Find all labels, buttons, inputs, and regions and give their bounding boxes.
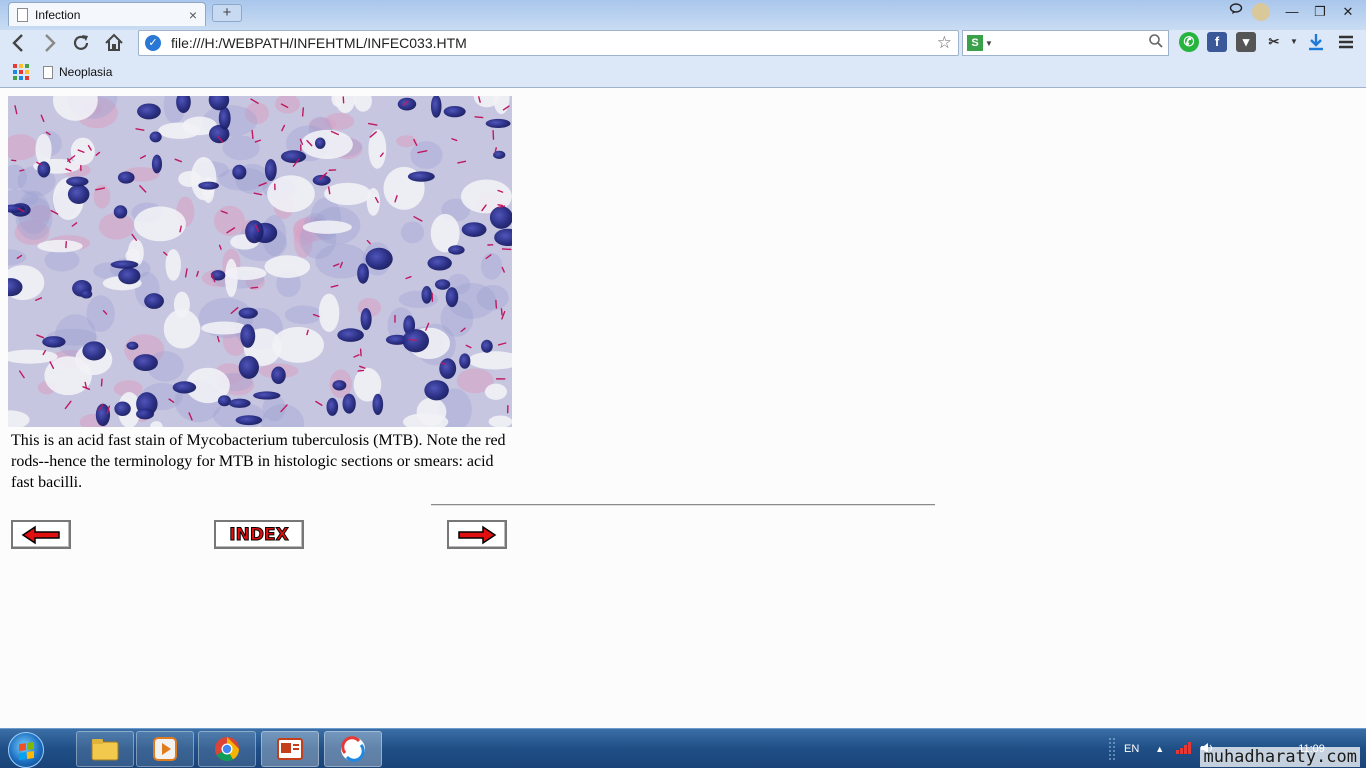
facebook-icon[interactable]: f: [1207, 32, 1227, 52]
search-box[interactable]: S ▼: [962, 30, 1169, 56]
start-button[interactable]: [8, 732, 44, 768]
address-bar[interactable]: ✓ file:///H:/WEBPATH/INFEHTML/INFEC033.H…: [138, 30, 959, 56]
windows-logo-icon: [19, 742, 35, 760]
home-icon[interactable]: [101, 30, 127, 56]
taskbar-app[interactable]: [324, 731, 382, 767]
forward-icon[interactable]: [36, 30, 62, 56]
whatsapp-icon[interactable]: ✆: [1179, 32, 1199, 52]
taskbar-powerpoint[interactable]: [261, 731, 319, 767]
index-label: INDEX: [229, 524, 289, 545]
left-arrow-icon: [21, 525, 60, 544]
next-page-button[interactable]: [447, 520, 507, 549]
tab-strip: Infection × + — ❐ ✕: [0, 0, 1366, 26]
media-player-icon: [153, 737, 177, 761]
network-icon[interactable]: [1176, 741, 1192, 757]
profile-icon[interactable]: [1252, 2, 1276, 22]
menu-icon[interactable]: [1336, 32, 1356, 52]
close-window-button[interactable]: ✕: [1336, 2, 1360, 22]
chevron-down-icon[interactable]: ▼: [985, 39, 1148, 48]
browser-chrome: Infection × + — ❐ ✕ ✓ file:///H:/WEBPATH…: [0, 0, 1366, 88]
tray-grip-icon: [1109, 738, 1115, 760]
search-icon[interactable]: [1148, 33, 1164, 53]
reload-icon[interactable]: [68, 30, 94, 56]
index-button[interactable]: INDEX: [214, 520, 304, 549]
page-icon: [17, 7, 28, 22]
language-indicator[interactable]: EN: [1124, 743, 1139, 755]
taskbar: EN ▲ 11:09: [0, 728, 1366, 768]
bookmark-page-icon: [43, 65, 53, 79]
scissors-icon[interactable]: ✂: [1264, 32, 1284, 52]
show-hidden-icons-icon[interactable]: ▲: [1155, 744, 1164, 754]
toolbar: ✓ file:///H:/WEBPATH/INFEHTML/INFEC033.H…: [0, 28, 1366, 58]
bookmark-neoplasia[interactable]: Neoplasia: [59, 65, 112, 79]
download-icon[interactable]: [1306, 32, 1326, 52]
right-arrow-icon: [458, 525, 497, 544]
search-engine-icon[interactable]: S: [967, 35, 983, 51]
watermark: muhadharaty.com: [1200, 747, 1360, 767]
new-tab-button[interactable]: +: [212, 4, 242, 22]
micrograph-image: [8, 96, 512, 427]
chrome-icon: [215, 737, 239, 762]
download-ext-icon[interactable]: ▾: [1236, 32, 1256, 52]
horizontal-rule: [431, 504, 935, 506]
restore-button[interactable]: ❐: [1308, 2, 1332, 22]
apps-icon[interactable]: [13, 64, 29, 80]
tab-title: Infection: [35, 7, 81, 22]
window-controls: — ❐ ✕: [1224, 2, 1360, 22]
file-explorer-icon: [91, 739, 119, 761]
app-icon: [341, 736, 365, 762]
taskbar-chrome[interactable]: [198, 731, 256, 767]
minimize-button[interactable]: —: [1280, 2, 1304, 22]
secure-icon: ✓: [145, 35, 161, 51]
powerpoint-icon: [277, 738, 303, 760]
chat-icon[interactable]: [1224, 2, 1248, 22]
previous-page-button[interactable]: [11, 520, 71, 549]
taskbar-media-player[interactable]: [136, 731, 194, 767]
back-icon[interactable]: [6, 30, 32, 56]
bookmarks-bar: Neoplasia: [0, 60, 1366, 84]
tab-infection[interactable]: Infection ×: [8, 2, 206, 26]
star-icon[interactable]: ☆: [937, 33, 952, 53]
address-url[interactable]: file:///H:/WEBPATH/INFEHTML/INFEC033.HTM: [171, 35, 937, 51]
taskbar-file-explorer[interactable]: [76, 731, 134, 767]
image-caption: This is an acid fast stain of Mycobacter…: [11, 432, 506, 491]
acid-fast-stain-micrograph: [8, 96, 512, 427]
scissors-dropdown-icon[interactable]: ▼: [1284, 32, 1304, 52]
close-tab-icon[interactable]: ×: [189, 7, 197, 23]
page-content: This is an acid fast stain of Mycobacter…: [0, 89, 1366, 728]
